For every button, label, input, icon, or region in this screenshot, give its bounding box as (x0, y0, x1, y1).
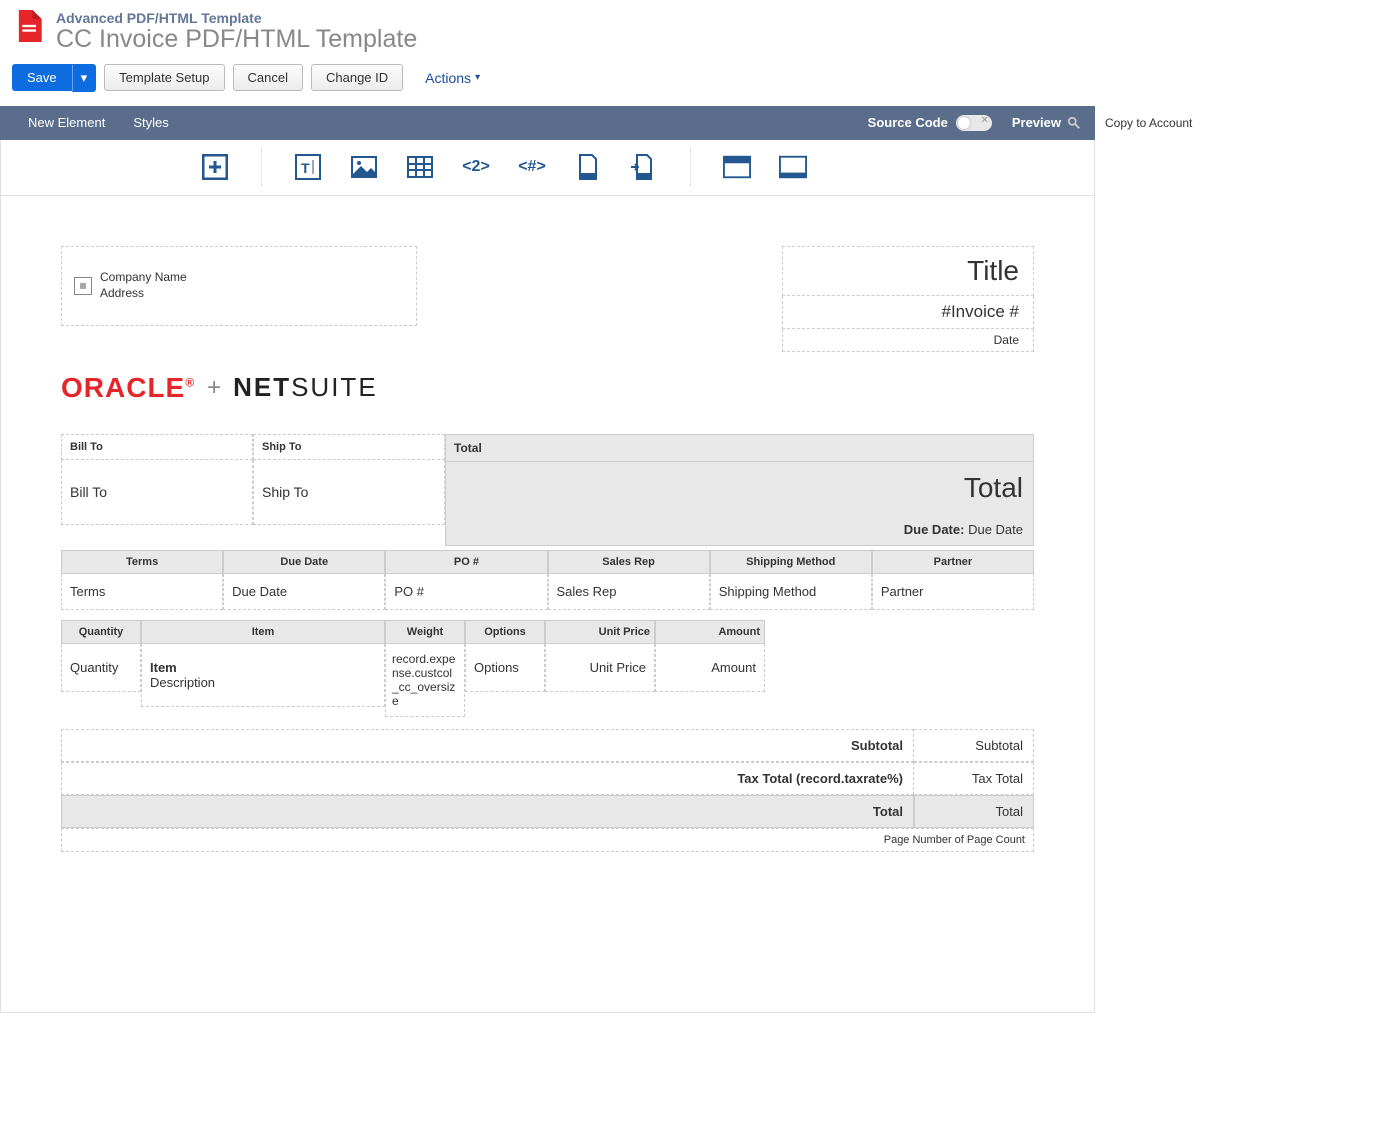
sales-rep-header: Sales Rep (548, 550, 710, 574)
options-value[interactable]: Options (465, 644, 545, 692)
footer-layout-icon[interactable] (779, 153, 807, 181)
save-button[interactable]: Save (12, 64, 72, 91)
company-address-field: Address (100, 286, 187, 302)
grand-total-value[interactable]: Total (914, 795, 1034, 828)
weight-header: Weight (385, 620, 465, 644)
page-subtitle: Advanced PDF/HTML Template (56, 10, 417, 26)
total-header: Total (445, 434, 1034, 462)
actions-menu[interactable]: Actions▾ (425, 70, 480, 86)
due-date-line[interactable]: Due Date: Due Date (456, 522, 1023, 537)
tax-value[interactable]: Tax Total (914, 762, 1034, 795)
item-value[interactable]: ItemDescription (141, 644, 385, 707)
plus-icon: + (207, 374, 221, 402)
bill-to-header: Bill To (61, 434, 253, 460)
amount-value[interactable]: Amount (655, 644, 765, 692)
change-id-button[interactable]: Change ID (311, 64, 403, 91)
source-code-label: Source Code (868, 115, 948, 130)
header-layout-icon[interactable] (723, 153, 751, 181)
qty-value[interactable]: Quantity (61, 644, 141, 692)
weight-value[interactable]: record.expense.custcol_cc_oversize (385, 644, 465, 717)
cancel-button[interactable]: Cancel (233, 64, 303, 91)
magnify-icon[interactable] (1067, 116, 1081, 130)
partner-header: Partner (872, 550, 1034, 574)
sales-rep-value[interactable]: Sales Rep (548, 574, 710, 610)
svg-text:T: T (301, 160, 310, 176)
page-number-field[interactable]: Page Number of Page Count (61, 828, 1034, 852)
terms-header: Terms (61, 550, 223, 574)
page-break-icon[interactable] (630, 153, 658, 181)
invoice-number-field[interactable]: #Invoice # (782, 296, 1034, 329)
ship-to-header: Ship To (253, 434, 445, 460)
bill-to-value[interactable]: Bill To (61, 460, 253, 525)
tab-new-element[interactable]: New Element (14, 106, 119, 140)
template-setup-button[interactable]: Template Setup (104, 64, 224, 91)
total-big-value[interactable]: Total (456, 472, 1023, 504)
partner-value[interactable]: Partner (872, 574, 1034, 610)
copy-to-account-link[interactable]: Copy to Account (1095, 106, 1202, 140)
insert-text-icon[interactable]: T (294, 153, 322, 181)
grand-total-label: Total (61, 795, 914, 828)
ship-to-value[interactable]: Ship To (253, 460, 445, 525)
qty-header: Quantity (61, 620, 141, 644)
company-block[interactable]: ▦ Company Name Address (61, 246, 417, 326)
template-canvas[interactable]: ▦ Company Name Address Title #Invoice # … (0, 196, 1095, 1013)
oracle-logo: ORACLE® (61, 372, 195, 404)
date-field[interactable]: Date (782, 329, 1034, 352)
insert-block-icon[interactable] (201, 153, 229, 181)
unit-price-value[interactable]: Unit Price (545, 644, 655, 692)
due-date-header: Due Date (223, 550, 385, 574)
doc-title-field[interactable]: Title (782, 246, 1034, 296)
subtotal-value[interactable]: Subtotal (914, 729, 1034, 762)
page-icon[interactable] (574, 153, 602, 181)
item-header: Item (141, 620, 385, 644)
page-title: CC Invoice PDF/HTML Template (56, 26, 417, 54)
shipping-method-header: Shipping Method (710, 550, 872, 574)
terms-value[interactable]: Terms (61, 574, 223, 610)
due-date-value[interactable]: Due Date (223, 574, 385, 610)
options-header: Options (465, 620, 545, 644)
insert-table-icon[interactable] (406, 153, 434, 181)
company-name-field: Company Name (100, 270, 187, 286)
insert-number-tag-icon[interactable]: <#> (518, 153, 546, 181)
unit-price-header: Unit Price (545, 620, 655, 644)
brand-logo-row: ORACLE® + NETSUITE (61, 372, 1034, 404)
pdf-file-icon (14, 10, 42, 42)
tax-label: Tax Total (record.taxrate%) (61, 762, 914, 795)
logo-placeholder-icon: ▦ (74, 277, 92, 295)
subtotal-label: Subtotal (61, 729, 914, 762)
source-code-toggle[interactable] (956, 115, 992, 131)
insert-heading-level-icon[interactable]: <2> (462, 153, 490, 181)
po-header: PO # (385, 550, 547, 574)
insert-image-icon[interactable] (350, 153, 378, 181)
tab-styles[interactable]: Styles (119, 106, 182, 140)
save-dropdown[interactable]: ▾ (72, 64, 97, 92)
preview-label[interactable]: Preview (1012, 115, 1061, 130)
po-value[interactable]: PO # (385, 574, 547, 610)
shipping-method-value[interactable]: Shipping Method (710, 574, 872, 610)
amount-header: Amount (655, 620, 765, 644)
netsuite-logo: NETSUITE (233, 372, 378, 403)
